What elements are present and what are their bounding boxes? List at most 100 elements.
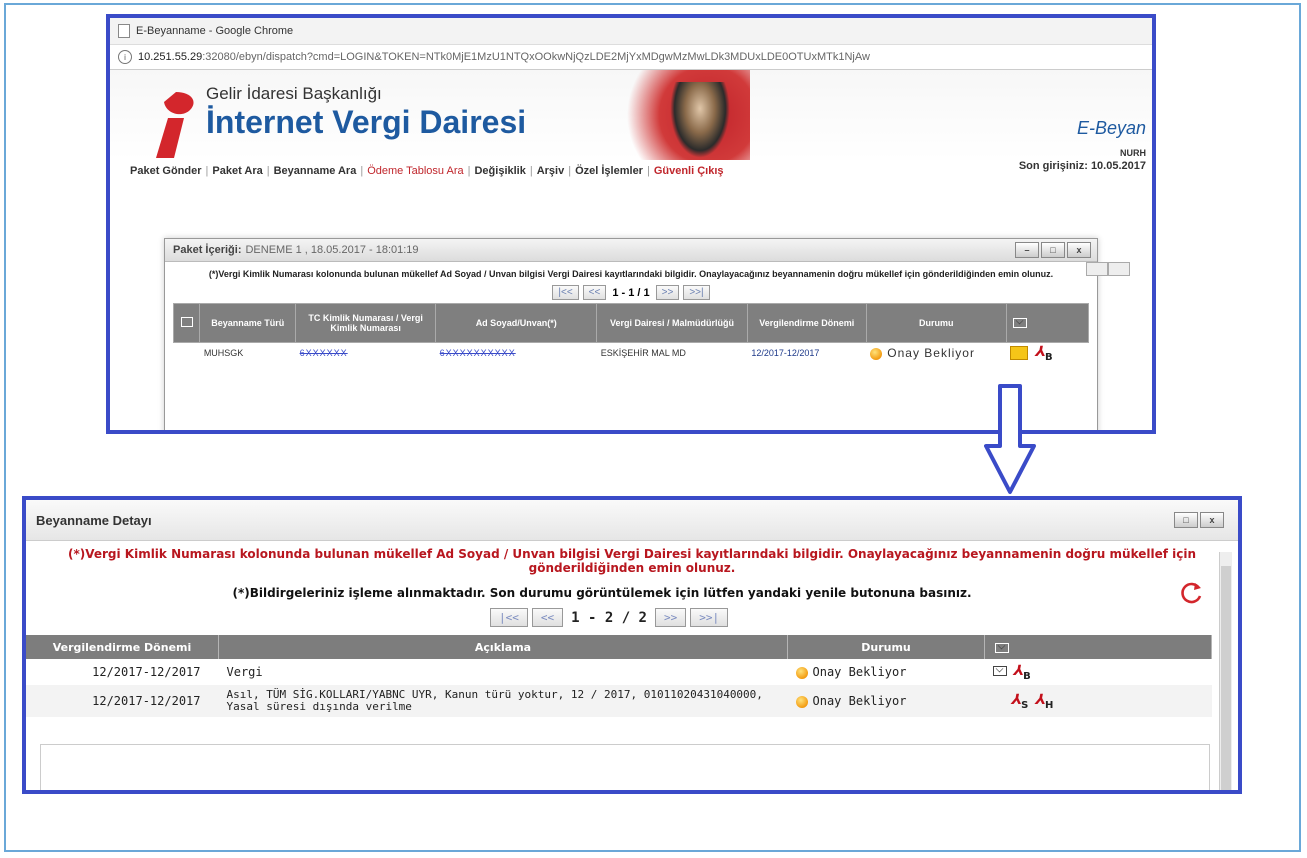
window-buttons: – □ x (1013, 242, 1091, 258)
cell-durum: Onay Bekliyor (866, 343, 1006, 364)
status-text: Onay Bekliyor (887, 345, 975, 360)
maximize-icon[interactable]: □ (1174, 512, 1198, 528)
pdf-s-icon[interactable]: ⅄S (1011, 692, 1029, 711)
scrollbar-thumb[interactable] (1221, 566, 1231, 790)
dialog-title-bar[interactable]: Paket İçeriği: DENEME 1 , 18.05.2017 - 1… (165, 239, 1097, 262)
cell-aciklama: Asıl, TÜM SİG.KOLLARI/YABNC UYR, Kanun t… (218, 685, 788, 717)
detail-title-bar[interactable]: Beyanname Detayı □ x (26, 500, 1238, 541)
table-row[interactable]: MUHSGK 6XXXXXX 6XXXXXXXXXX ESKİŞEHİR MAL… (174, 343, 1089, 364)
col-durumu: Durumu (787, 635, 985, 659)
cell-aciklama: Vergi (226, 665, 263, 679)
minimize-icon[interactable]: – (1015, 242, 1039, 258)
nav-odeme-tablosu-ara[interactable]: Ödeme Tablosu Ara (367, 165, 463, 177)
nav-ozel-islemler[interactable]: Özel İşlemler (575, 165, 643, 177)
cell-tur: MUHSGK (203, 348, 244, 358)
last-page-button[interactable]: >>| (683, 285, 710, 300)
nav-guvenli-cikis[interactable]: Güvenli Çıkış (654, 165, 724, 177)
col-ad-soyad: Ad Soyad/Unvan(*) (435, 303, 598, 343)
paket-icerigi-dialog: Paket İçeriği: DENEME 1 , 18.05.2017 - 1… (164, 238, 1098, 430)
table-row[interactable]: 12/2017-12/2017 Asıl, TÜM SİG.KOLLARI/YA… (26, 685, 1212, 717)
detail-lower-pane (40, 744, 1210, 790)
nav-paket-ara[interactable]: Paket Ara (212, 165, 262, 177)
first-page-button[interactable]: |<< (552, 285, 579, 300)
last-login: Son girişiniz: 10.05.2017 (1018, 160, 1146, 172)
first-page-button[interactable]: |<< (490, 608, 528, 627)
status-dot-icon (795, 695, 808, 708)
nav-degisiklik[interactable]: Değişiklik (474, 165, 525, 177)
select-all-header[interactable] (172, 303, 201, 343)
dialog-title-value: DENEME 1 , 18.05.2017 - 18:01:19 (245, 244, 419, 256)
detail-title: Beyanname Detayı (36, 512, 152, 528)
col-mail (984, 635, 1212, 659)
status-text: Onay Bekliyor (812, 665, 907, 679)
header-subtitle: Gelir İdaresi Başkanlığı (206, 84, 382, 103)
portrait-image (670, 82, 730, 158)
paket-icerigi-screenshot: E-Beyanname - Google Chrome i 10.251.55.… (106, 14, 1156, 434)
header-title: İnternet Vergi Dairesi (206, 104, 527, 140)
pdf-b-icon[interactable]: ⅄B (1013, 663, 1031, 682)
user-name: NURH (1120, 148, 1146, 158)
page-icon (118, 24, 130, 38)
detail-icon[interactable] (1010, 346, 1029, 361)
site-banner: Gelir İdaresi Başkanlığı İnternet Vergi … (110, 70, 1152, 160)
cell-durum: Onay Bekliyor (787, 685, 985, 717)
col-vergilendirme-donemi: Vergilendirme Dönemi (26, 635, 219, 659)
main-nav: NURH Paket Gönder | Paket Ara | Beyanname … (130, 148, 1146, 177)
detail-window-buttons: □ x (1172, 512, 1224, 528)
pager: |<< << 1 - 1 / 1 >> >>| (165, 285, 1097, 300)
status-dot-icon (870, 348, 883, 361)
status-text: Onay Bekliyor (812, 694, 907, 708)
dialog-title: Paket İçeriği: (173, 244, 242, 256)
close-icon[interactable]: x (1067, 242, 1091, 258)
gib-logo-icon (156, 92, 194, 158)
col-tckn: TC Kimlik Numarası / Vergi Kimlik Numara… (295, 303, 437, 343)
window-title: E-Beyanname - Google Chrome (136, 25, 294, 37)
next-page-button[interactable]: >> (654, 608, 687, 627)
prev-page-button[interactable]: << (531, 608, 564, 627)
header-right-title: E-Beyan (1076, 118, 1146, 138)
detail-notice-red: (*)Vergi Kimlik Numarası kolonunda bulun… (67, 547, 1197, 575)
col-vergi-dairesi: Vergi Dairesi / Malmüdürlüğü (596, 303, 748, 343)
col-beyanname-turu: Beyanname Türü (199, 303, 297, 343)
url-host: 10.251.55.29 (138, 51, 203, 63)
address-bar[interactable]: i 10.251.55.29 :32080/ebyn/dispatch?cmd=… (110, 45, 1152, 70)
prev-page-button[interactable]: << (582, 285, 607, 300)
cell-donem: 12/2017-12/2017 (26, 685, 219, 717)
col-vergilendirme-donemi: Vergilendirme Dönemi (746, 303, 867, 343)
mail-icon (1012, 318, 1027, 329)
info-icon[interactable]: i (118, 50, 132, 64)
browser-title-bar: E-Beyanname - Google Chrome (110, 18, 1152, 45)
page-indicator: 1 - 1 / 1 (612, 286, 650, 299)
cell-donem[interactable]: 12/2017-12/2017 (747, 343, 866, 364)
col-mail (1005, 303, 1090, 343)
cell-donem: 12/2017-12/2017 (92, 665, 201, 679)
nav-paket-gonder[interactable]: Paket Gönder (130, 165, 202, 177)
pdf-h-icon[interactable]: ⅄H (1034, 692, 1053, 711)
cell-durum: Onay Bekliyor (788, 659, 985, 685)
last-page-button[interactable]: >>| (690, 608, 729, 627)
cell-tckn[interactable]: 6XXXXXX (296, 343, 436, 364)
nav-beyanname-ara[interactable]: Beyanname Ara (274, 165, 357, 177)
nav-arsiv[interactable]: Arşiv (537, 165, 565, 177)
cell-ad[interactable]: 6XXXXXXXXXX (436, 343, 597, 364)
table-row[interactable]: 12/2017-12/2017 Vergi Onay Bekliyor ⅄B (26, 659, 1212, 685)
refresh-icon[interactable] (1178, 580, 1204, 606)
dialog-notice: (*)Vergi Kimlik Numarası kolonunda bulun… (208, 269, 1054, 279)
cell-actions: ⅄S ⅄H (984, 685, 1212, 717)
page-indicator: 1 - 2 / 2 (571, 609, 647, 626)
pdf-b-icon[interactable]: ⅄B (1034, 344, 1052, 363)
status-dot-icon (795, 666, 808, 679)
url-rest: :32080/ebyn/dispatch?cmd=LOGIN&TOKEN=NTk… (202, 51, 870, 63)
vertical-scrollbar[interactable] (1219, 552, 1232, 790)
mail-icon (995, 642, 1009, 653)
col-durumu: Durumu (865, 303, 1007, 343)
maximize-icon[interactable]: □ (1041, 242, 1065, 258)
beyanname-detayi-dialog: Beyanname Detayı □ x (*)Vergi Kimlik Num… (22, 496, 1242, 794)
close-icon[interactable]: x (1200, 512, 1224, 528)
mail-icon[interactable] (992, 666, 1007, 677)
paket-table: Beyanname Türü TC Kimlik Numarası / Verg… (172, 303, 1090, 364)
detail-notice: (*)Bildirgeleriniz işleme alınmaktadır. … (232, 586, 972, 600)
cell-actions: ⅄B (1006, 343, 1088, 364)
next-page-button[interactable]: >> (655, 285, 680, 300)
detail-pager: |<< << 1 - 2 / 2 >> >>| (488, 608, 730, 627)
